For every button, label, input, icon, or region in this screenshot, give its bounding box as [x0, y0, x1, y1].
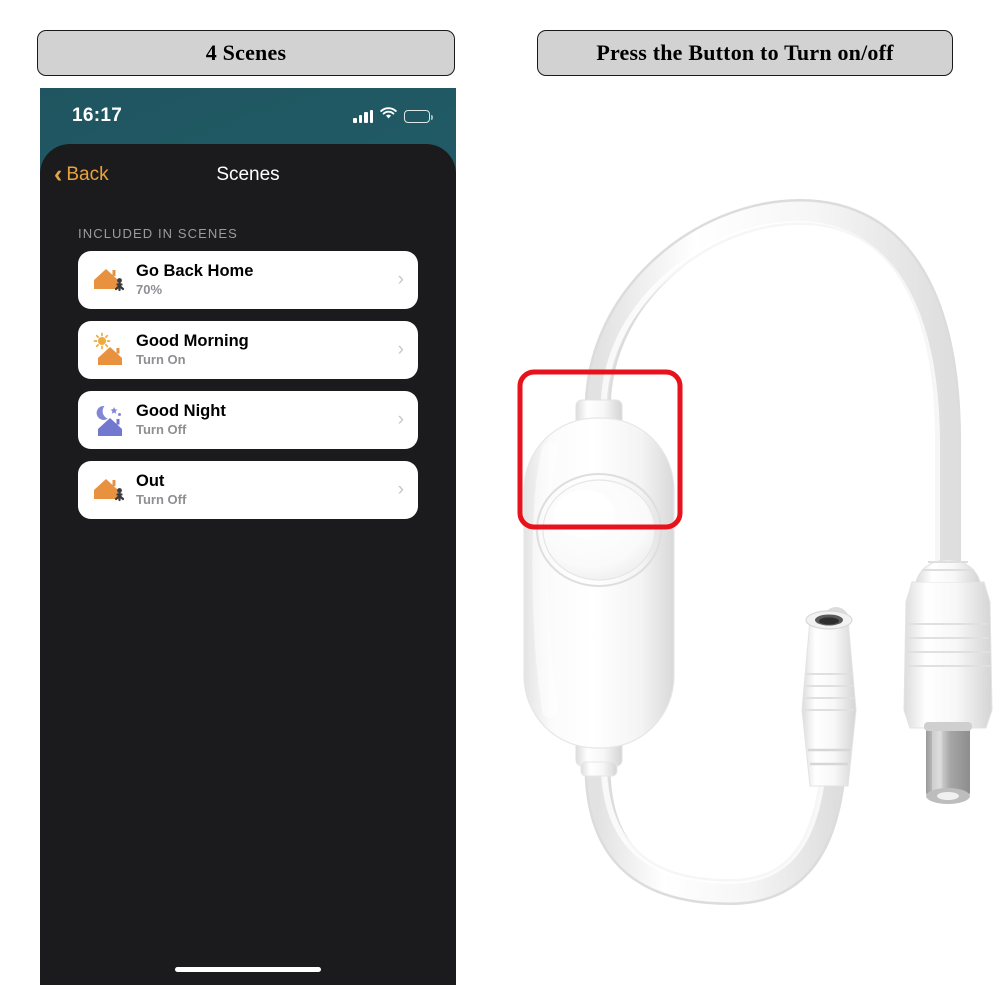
sun-house-icon: [88, 328, 132, 372]
scene-text-group: Good Morning Turn On: [136, 332, 398, 369]
scene-text-group: Go Back Home 70%: [136, 262, 398, 299]
cellular-bars-icon: [353, 109, 373, 123]
house-walking-person-icon: [88, 258, 132, 302]
chevron-right-icon[interactable]: ›: [398, 479, 404, 501]
scene-list: Go Back Home 70% › Good Morning Turn On …: [40, 251, 456, 519]
app-content-sheet: ‹ Back Scenes INCLUDED IN SCENES Go Back…: [40, 144, 456, 985]
moon-stars-house-icon: [88, 398, 132, 442]
scene-subtitle: Turn On: [136, 351, 186, 367]
home-indicator-bar[interactable]: [175, 967, 321, 972]
scene-text-group: Good Night Turn Off: [136, 402, 398, 439]
status-time: 16:17: [72, 105, 123, 126]
scene-subtitle: Turn Off: [136, 421, 187, 437]
chevron-right-icon[interactable]: ›: [398, 339, 404, 361]
phone-screenshot-panel: 16:17 ‹ Back Scenes INCLUDED IN SCENES G…: [40, 88, 456, 985]
scene-title: Good Morning: [136, 331, 249, 350]
chevron-left-icon: ‹: [54, 159, 63, 188]
caption-left-scenes: 4 Scenes: [37, 30, 455, 76]
scene-title: Good Night: [136, 401, 226, 420]
navigation-bar: ‹ Back Scenes: [40, 144, 456, 206]
caption-right-button: Press the Button to Turn on/off: [537, 30, 953, 76]
product-photo-inline-switch: [480, 150, 1000, 910]
section-header-label: INCLUDED IN SCENES: [78, 226, 238, 241]
house-walking-person-icon: [88, 468, 132, 512]
scene-title: Go Back Home: [136, 261, 254, 280]
scene-subtitle: 70%: [136, 281, 163, 297]
back-button-label: Back: [66, 164, 109, 185]
chevron-right-icon[interactable]: ›: [398, 409, 404, 431]
scene-text-group: Out Turn Off: [136, 472, 398, 509]
scene-row-out[interactable]: Out Turn Off ›: [78, 461, 418, 519]
wifi-icon: [380, 107, 397, 125]
status-icons-group: [353, 107, 433, 125]
scene-subtitle: Turn Off: [136, 491, 187, 507]
caption-left-text: 4 Scenes: [205, 40, 287, 65]
caption-right-text: Press the Button to Turn on/off: [596, 40, 894, 65]
scene-row-go-back-home[interactable]: Go Back Home 70% ›: [78, 251, 418, 309]
scene-row-good-night[interactable]: Good Night Turn Off ›: [78, 391, 418, 449]
status-bar: 16:17: [40, 88, 456, 144]
chevron-right-icon[interactable]: ›: [398, 269, 404, 291]
scene-row-good-morning[interactable]: Good Morning Turn On ›: [78, 321, 418, 379]
back-button[interactable]: ‹ Back: [54, 159, 109, 188]
battery-icon: [404, 109, 433, 123]
scene-title: Out: [136, 471, 165, 490]
